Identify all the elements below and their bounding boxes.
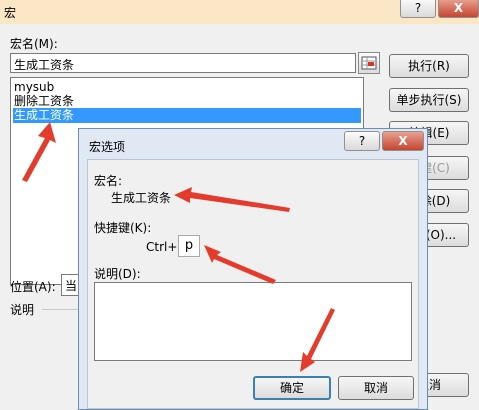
options-description-label: 说明(D): <box>94 267 141 281</box>
macro-name-input-value: 生成工资条 <box>14 58 75 72</box>
macro-name-label: 宏名(M): <box>10 37 58 51</box>
ok-button-label: 确定 <box>279 381 304 395</box>
options-help-icon[interactable]: ? <box>344 131 380 151</box>
step-into-button[interactable]: 单步执行(S) <box>389 88 469 112</box>
options-macro-name-value: 生成工资条 <box>111 191 172 205</box>
macro-options-body: 宏名: 生成工资条 快捷键(K): Ctrl+ p 说明(D): 确定 取消 <box>87 159 419 409</box>
step-into-button-label: 单步执行(S) <box>396 93 462 107</box>
macro-options-title: 宏选项 <box>89 140 126 154</box>
shortcut-key-input[interactable]: p <box>178 235 200 257</box>
location-select-value: 当 <box>65 279 78 293</box>
macro-name-input[interactable]: 生成工资条 <box>10 53 356 73</box>
macro-dialog-title: 宏 <box>4 6 17 20</box>
description-label: 说明 <box>10 303 35 317</box>
options-macro-name-label: 宏名: <box>94 174 123 188</box>
macro-list-item-selected[interactable]: 生成工资条 <box>13 108 361 123</box>
macro-list-item[interactable]: 删除工资条 <box>13 94 75 109</box>
range-picker-icon <box>361 56 377 70</box>
options-description-input[interactable] <box>94 282 412 361</box>
range-picker-button[interactable] <box>358 52 380 74</box>
shortcut-key-label: 快捷键(K): <box>94 221 152 235</box>
macro-options-dialog: 宏选项 ? X 宏名: 生成工资条 快捷键(K): Ctrl+ p 说明(D):… <box>78 128 428 410</box>
help-icon[interactable]: ? <box>400 0 436 18</box>
options-cancel-button[interactable]: 取消 <box>338 376 414 400</box>
close-icon[interactable]: X <box>438 0 479 18</box>
options-close-icon[interactable]: X <box>382 131 424 151</box>
macro-list-item[interactable]: mysub <box>13 80 55 95</box>
location-label: 位置(A): <box>10 280 56 294</box>
ctrl-prefix: Ctrl+ <box>146 240 178 254</box>
run-button-label: 执行(R) <box>408 59 450 73</box>
options-cancel-button-label: 取消 <box>363 381 388 395</box>
description-divider <box>42 309 82 310</box>
ok-button[interactable]: 确定 <box>253 376 331 400</box>
run-button[interactable]: 执行(R) <box>389 54 469 78</box>
macro-dialog-titlebar: 宏 ? X <box>0 0 479 24</box>
